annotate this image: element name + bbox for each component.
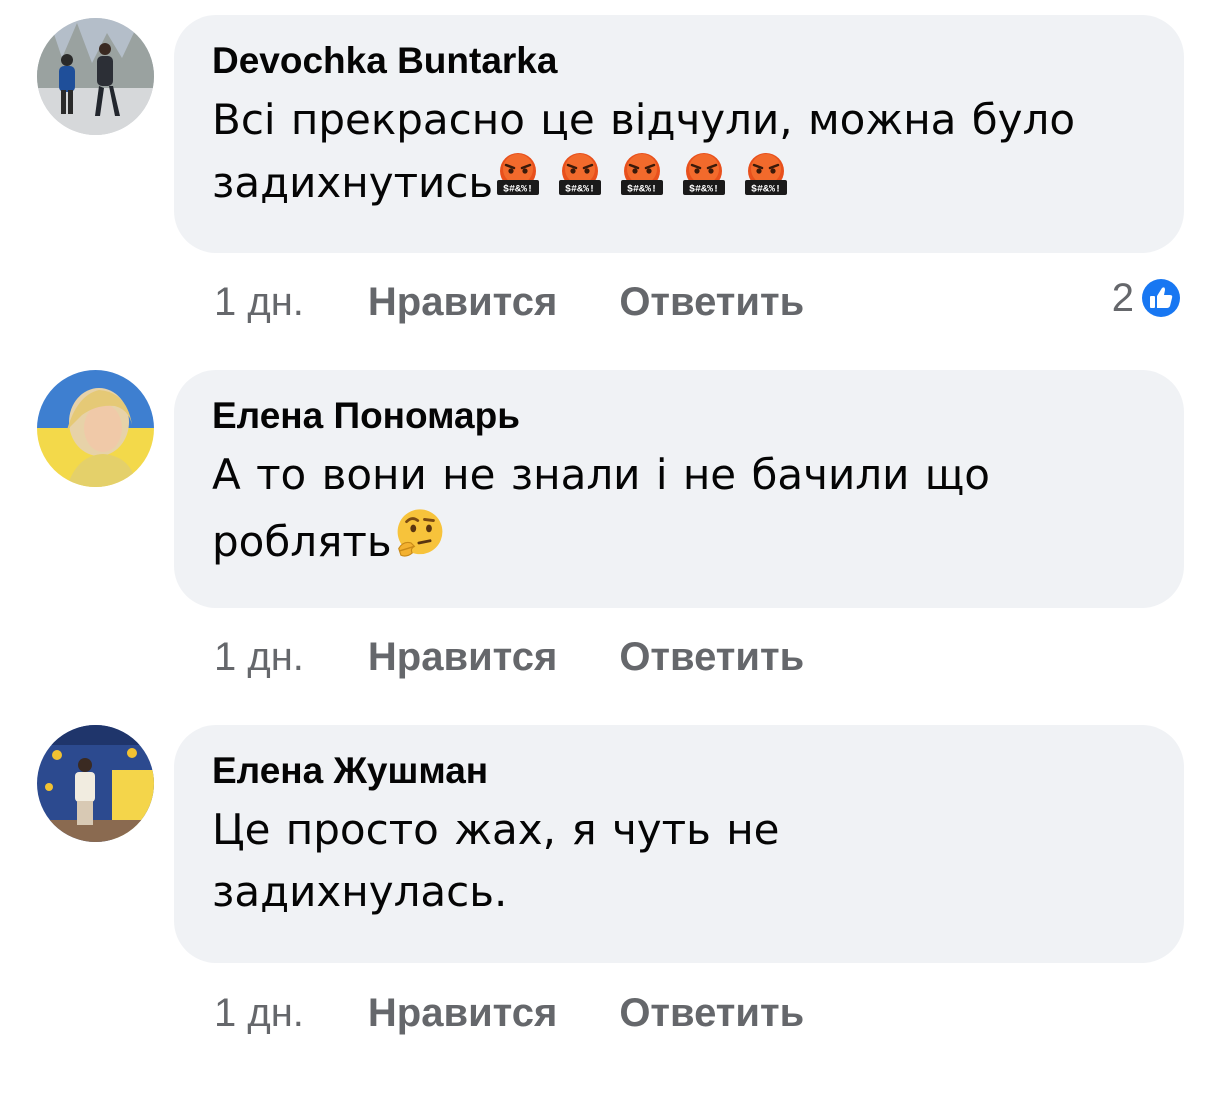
thinking-face-icon (392, 506, 448, 562)
cursing-face-icon (493, 151, 543, 201)
like-button[interactable]: Нравится (368, 991, 557, 1036)
comment-text: Це просто жах, я чуть не задихнулась. (212, 805, 780, 916)
comment-text: А то вони не знали і не бачили що роблят… (212, 444, 1146, 573)
cursing-face-icon (741, 151, 791, 201)
avatar-elena-ponomar[interactable] (37, 370, 154, 487)
reaction-summary[interactable]: 2 (1112, 273, 1184, 323)
cursing-face-icon (555, 151, 605, 201)
like-button[interactable]: Нравится (368, 635, 557, 680)
reply-button[interactable]: Ответить (619, 280, 804, 325)
like-icon (1139, 276, 1183, 320)
comment-author[interactable]: Devochka Buntarka (212, 39, 1146, 83)
like-button[interactable]: Нравится (368, 280, 557, 325)
cursing-face-icon (679, 151, 729, 201)
comment-timestamp[interactable]: 1 дн. (214, 635, 304, 680)
cursing-face-icon (617, 151, 667, 201)
comment-author[interactable]: Елена Пономарь (212, 394, 1146, 438)
comment-timestamp[interactable]: 1 дн. (214, 991, 304, 1036)
reply-button[interactable]: Ответить (619, 635, 804, 680)
comment-text: Всі прекрасно це відчули, можна було зад… (212, 89, 1146, 214)
comment-bubble: Devochka Buntarka Всі прекрасно це відчу… (174, 15, 1184, 253)
comment-emoji-row (493, 158, 791, 207)
reaction-count: 2 (1111, 275, 1134, 320)
comment-timestamp[interactable]: 1 дн. (214, 280, 304, 325)
comment-actions: 1 дн. Нравится Ответить (214, 277, 866, 327)
comment-text-body: А то вони не знали і не бачили що роблят… (212, 450, 990, 566)
comment-emoji-row (392, 517, 448, 566)
comment-bubble: Елена Жушман Це просто жах, я чуть не за… (174, 725, 1184, 963)
comment-bubble: Елена Пономарь А то вони не знали і не б… (174, 370, 1184, 608)
reply-button[interactable]: Ответить (619, 991, 804, 1036)
avatar-elena-zhushman[interactable] (37, 725, 154, 842)
comment-actions: 1 дн. Нравится Ответить (214, 988, 866, 1038)
comment-actions: 1 дн. Нравится Ответить (214, 632, 866, 682)
avatar-devochka-buntarka[interactable] (37, 18, 154, 135)
comment-author[interactable]: Елена Жушман (212, 749, 1146, 793)
